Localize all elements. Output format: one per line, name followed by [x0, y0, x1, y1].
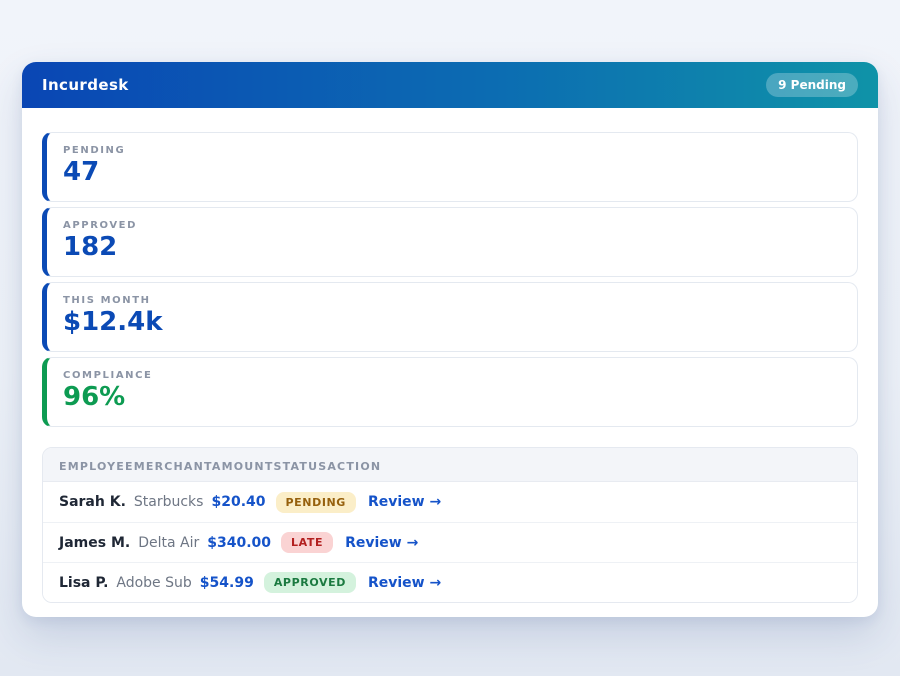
column-header-merchant: MERCHANT — [134, 460, 212, 473]
content-area: PENDING 47 APPROVED 182 THIS MONTH $12.4… — [22, 108, 878, 627]
status-badge: PENDING — [276, 492, 356, 513]
employee-name: Sarah K. — [59, 494, 126, 510]
app-header: Incurdesk 9 Pending — [22, 62, 878, 108]
app-title: Incurdesk — [42, 76, 129, 94]
table-row: Lisa P. Adobe Sub $54.99 APPROVED Review… — [43, 562, 857, 602]
merchant-name: Adobe Sub — [116, 575, 191, 591]
status-badge: APPROVED — [264, 572, 356, 593]
stat-value: $12.4k — [63, 308, 841, 337]
column-header-status: STATUS — [274, 460, 328, 473]
stat-label: PENDING — [63, 145, 841, 156]
amount-value: $20.40 — [211, 494, 265, 510]
employee-name: James M. — [59, 535, 130, 551]
stat-card-pending: PENDING 47 — [42, 132, 858, 202]
review-link[interactable]: Review → — [368, 575, 441, 591]
column-header-employee: EMPLOYEE — [59, 460, 134, 473]
amount-value: $340.00 — [207, 535, 271, 551]
stat-card-compliance: COMPLIANCE 96% — [42, 357, 858, 427]
pending-count-badge: 9 Pending — [766, 73, 858, 97]
amount-value: $54.99 — [200, 575, 254, 591]
stat-card-approved: APPROVED 182 — [42, 207, 858, 277]
review-link[interactable]: Review → — [345, 535, 418, 551]
stat-label: APPROVED — [63, 220, 841, 231]
stat-value: 182 — [63, 233, 841, 262]
column-header-amount: AMOUNT — [212, 460, 274, 473]
stat-card-this-month: THIS MONTH $12.4k — [42, 282, 858, 352]
employee-name: Lisa P. — [59, 575, 108, 591]
stat-value: 96% — [63, 383, 841, 412]
stat-label: COMPLIANCE — [63, 370, 841, 381]
stat-value: 47 — [63, 158, 841, 187]
table-row: Sarah K. Starbucks $20.40 PENDING Review… — [43, 482, 857, 522]
main-card: Incurdesk 9 Pending PENDING 47 APPROVED … — [22, 62, 878, 617]
merchant-name: Starbucks — [134, 494, 204, 510]
expenses-table: EMPLOYEEMERCHANTAMOUNTSTATUSACTION Sarah… — [42, 447, 858, 603]
column-header-action: ACTION — [327, 460, 381, 473]
merchant-name: Delta Air — [138, 535, 199, 551]
review-link[interactable]: Review → — [368, 494, 441, 510]
status-badge: LATE — [281, 532, 333, 553]
table-row: James M. Delta Air $340.00 LATE Review → — [43, 522, 857, 562]
stat-label: THIS MONTH — [63, 295, 841, 306]
table-header-row: EMPLOYEEMERCHANTAMOUNTSTATUSACTION — [43, 448, 857, 482]
